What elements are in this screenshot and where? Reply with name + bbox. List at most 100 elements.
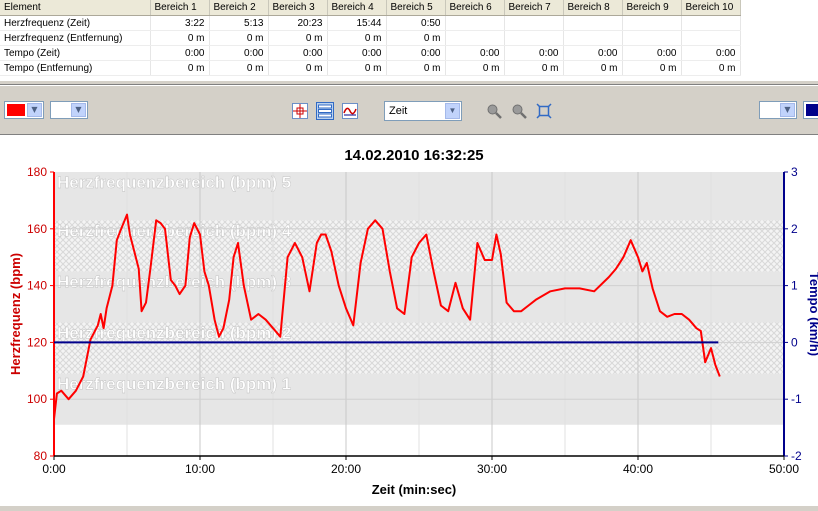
zoom-in-icon[interactable]	[486, 103, 502, 119]
x-tick-label: 50:00	[769, 462, 799, 476]
tempo-color-swatch	[806, 104, 818, 116]
row-label: Tempo (Zeit)	[0, 45, 151, 61]
table-cell	[563, 30, 623, 46]
table-cell: 0:00	[445, 45, 505, 61]
zoom-out-icon[interactable]	[511, 103, 527, 119]
hr-zone-label: Herzfrequenzbereich (bpm) 4	[57, 221, 292, 240]
table-cell: 3:22	[150, 15, 210, 31]
secondary-color-picker[interactable]: ▼	[50, 101, 88, 119]
column-header-zone[interactable]: Bereich 9	[622, 0, 682, 16]
y-right-tick-label: -2	[791, 449, 802, 463]
table-cell: 0 m	[209, 30, 269, 46]
chevron-down-icon[interactable]: ▼	[445, 103, 460, 119]
y-left-tick-label: 140	[27, 279, 47, 293]
table-cell: 0 m	[681, 60, 741, 76]
chevron-down-icon[interactable]: ▼	[27, 103, 42, 117]
table-cell: 0:00	[622, 45, 682, 61]
hr-color-picker[interactable]: ▼	[4, 101, 44, 119]
hr-zone-label: Herzfrequenzbereich (bpm) 5	[57, 173, 291, 192]
table-cell: 0:00	[327, 45, 387, 61]
x-tick-label: 10:00	[185, 462, 215, 476]
table-row[interactable]: Herzfrequenz (Entfernung) 0 m0 m0 m0 m0 m	[0, 30, 741, 46]
x-axis-select-value: Zeit	[389, 105, 408, 117]
column-header-zone[interactable]: Bereich 1	[150, 0, 210, 16]
hr-color-swatch	[7, 104, 25, 116]
row-label: Herzfrequenz (Zeit)	[0, 15, 151, 31]
y-right-tick-label: 0	[791, 335, 798, 349]
chevron-down-icon[interactable]: ▼	[71, 103, 86, 117]
x-tick-label: 20:00	[331, 462, 361, 476]
wave-icon[interactable]	[341, 102, 359, 120]
table-cell: 0 m	[209, 60, 269, 76]
table-cell: 0 m	[268, 30, 328, 46]
table-cell: 0:00	[563, 45, 623, 61]
column-header-zone[interactable]: Bereich 6	[445, 0, 505, 16]
table-cell: 0 m	[445, 60, 505, 76]
hr-tempo-chart: 14.02.2010 16:32:25 Herzfrequenzbereich …	[8, 147, 818, 497]
table-cell: 15:44	[327, 15, 387, 31]
y-right-tick-label: 1	[791, 279, 798, 293]
x-tick-label: 40:00	[623, 462, 653, 476]
zoom-fit-icon[interactable]	[536, 103, 552, 119]
chevron-down-icon[interactable]: ▼	[780, 103, 795, 117]
tempo-secondary-color-swatch	[762, 104, 780, 116]
column-header-element[interactable]: Element	[0, 0, 151, 16]
table-cell	[504, 15, 564, 31]
table-row[interactable]: Tempo (Entfernung) 0 m0 m0 m0 m0 m0 m0 m0…	[0, 60, 741, 76]
table-cell: 0:00	[150, 45, 210, 61]
table-cell: 0 m	[327, 60, 387, 76]
table-row[interactable]: Herzfrequenz (Zeit) 3:22 5:13 20:23 15:44 0:5…	[0, 15, 741, 31]
chart-area: 14.02.2010 16:32:25 Herzfrequenzbereich …	[0, 134, 818, 506]
row-label: Tempo (Entfernung)	[0, 60, 151, 76]
secondary-color-swatch	[53, 104, 71, 116]
y-axis-label-right: Tempo (km/h)	[807, 272, 818, 356]
table-cell: 0 m	[386, 60, 446, 76]
tempo-color-picker[interactable]	[803, 101, 818, 119]
table-cell: 0 m	[268, 60, 328, 76]
table-cell: 0 m	[622, 60, 682, 76]
tempo-secondary-color-picker[interactable]: ▼	[759, 101, 797, 119]
table-cell: 0:00	[209, 45, 269, 61]
zones-table: Element Bereich 1 Bereich 2 Bereich 3 Bereic…	[0, 0, 741, 76]
chart-toolbar: ▼ ▼ Zeit ▼ ▼	[0, 94, 818, 128]
table-cell: 0 m	[563, 60, 623, 76]
y-left-tick-label: 180	[27, 165, 47, 179]
x-axis-select[interactable]: Zeit ▼	[384, 101, 462, 121]
x-tick-label: 0:00	[42, 462, 66, 476]
x-axis-label: Zeit (min:sec)	[372, 482, 457, 497]
table-cell	[445, 30, 505, 46]
table-cell	[622, 30, 682, 46]
column-header-zone[interactable]: Bereich 2	[209, 0, 269, 16]
x-tick-label: 30:00	[477, 462, 507, 476]
y-right-tick-label: -1	[791, 392, 802, 406]
y-left-tick-label: 160	[27, 222, 47, 236]
column-header-zone[interactable]: Bereich 4	[327, 0, 387, 16]
table-cell	[622, 15, 682, 31]
column-header-zone[interactable]: Bereich 8	[563, 0, 623, 16]
column-header-zone[interactable]: Bereich 10	[681, 0, 741, 16]
table-cell: 0:00	[681, 45, 741, 61]
y-left-tick-label: 80	[34, 449, 48, 463]
y-left-tick-label: 120	[27, 335, 47, 349]
horizontal-bands-icon[interactable]	[316, 102, 334, 120]
y-right-tick-label: 2	[791, 222, 798, 236]
hr-zone-label: Herzfrequenzbereich (bpm) 1	[57, 375, 291, 394]
crosshair-icon[interactable]	[291, 102, 309, 120]
table-cell	[504, 30, 564, 46]
table-cell	[681, 30, 741, 46]
column-header-zone[interactable]: Bereich 3	[268, 0, 328, 16]
table-cell: 0 m	[327, 30, 387, 46]
table-row[interactable]: Tempo (Zeit) 0:00 0:00 0:00 0:00 0:00 0:00 0:00…	[0, 45, 741, 61]
splitter[interactable]	[0, 80, 818, 90]
zones-table-panel: Element Bereich 1 Bereich 2 Bereich 3 Bereic…	[0, 0, 818, 80]
table-cell: 0:00	[504, 45, 564, 61]
column-header-zone[interactable]: Bereich 5	[386, 0, 446, 16]
table-cell: 0 m	[150, 30, 210, 46]
table-cell: 5:13	[209, 15, 269, 31]
y-axis-label-left: Herzfrequenz (bpm)	[8, 253, 23, 375]
table-cell	[563, 15, 623, 31]
chart-title: 14.02.2010 16:32:25	[344, 147, 483, 164]
row-label: Herzfrequenz (Entfernung)	[0, 30, 151, 46]
table-cell	[445, 15, 505, 31]
column-header-zone[interactable]: Bereich 7	[504, 0, 564, 16]
